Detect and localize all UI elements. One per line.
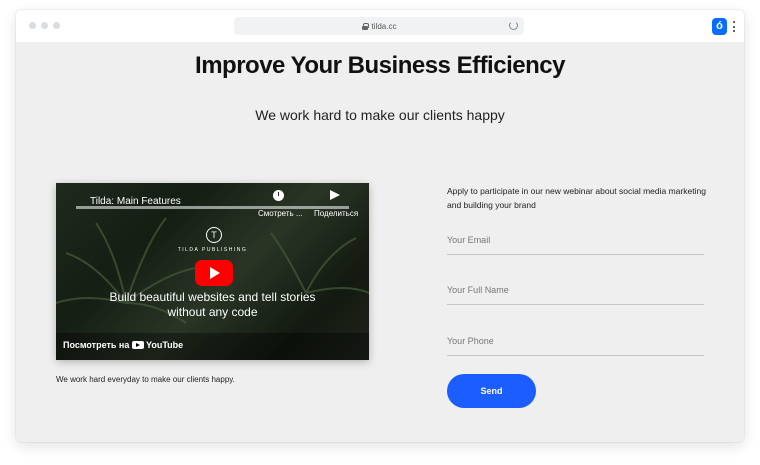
window-controls [29, 22, 60, 29]
window-dot[interactable] [29, 22, 36, 29]
reload-icon[interactable] [509, 21, 518, 30]
browser-toolbar: tilda.cc ó [16, 10, 744, 42]
share-label[interactable]: Поделиться [314, 209, 358, 218]
more-menu-icon[interactable] [732, 21, 735, 32]
tilda-logo-icon: T [206, 227, 222, 243]
address-bar[interactable]: tilda.cc [234, 17, 524, 35]
video-caption-overlay: Build beautiful websites and tell storie… [109, 290, 316, 319]
video-description: We work hard everyday to make our client… [56, 375, 235, 384]
watch-later-label[interactable]: Смотреть ... [258, 209, 303, 218]
video-title-bar [76, 206, 349, 209]
video-player[interactable]: Tilda: Main Features Смотреть ... Подели… [56, 183, 369, 360]
youtube-icon [132, 341, 144, 349]
phone-field[interactable] [447, 326, 704, 355]
youtube-label: YouTube [146, 340, 184, 350]
send-button[interactable]: Send [447, 374, 536, 408]
page-title: Improve Your Business Efficiency [195, 52, 565, 79]
page-subtitle: We work hard to make our clients happy [255, 107, 505, 123]
watch-later-icon[interactable] [273, 190, 284, 201]
form-intro-text: Apply to participate in our new webinar … [447, 186, 706, 210]
url-text: tilda.cc [371, 21, 397, 31]
video-brand: TILDA PUBLISHING [177, 247, 248, 253]
name-field-wrapper [447, 275, 704, 305]
window-dot[interactable] [41, 22, 48, 29]
email-field-wrapper [447, 225, 704, 255]
window-dot[interactable] [53, 22, 60, 29]
phone-field-wrapper [447, 326, 704, 356]
full-name-field[interactable] [447, 275, 704, 304]
email-field[interactable] [447, 225, 704, 254]
youtube-link[interactable]: YouTube [132, 340, 183, 350]
browser-window: tilda.cc ó Improve Your Business Efficie… [16, 10, 744, 442]
lock-icon [361, 22, 369, 30]
share-icon[interactable] [330, 190, 340, 200]
extension-icon[interactable]: ó [712, 18, 727, 35]
watch-on-label[interactable]: Посмотреть на [63, 340, 129, 350]
play-button[interactable] [195, 260, 233, 286]
